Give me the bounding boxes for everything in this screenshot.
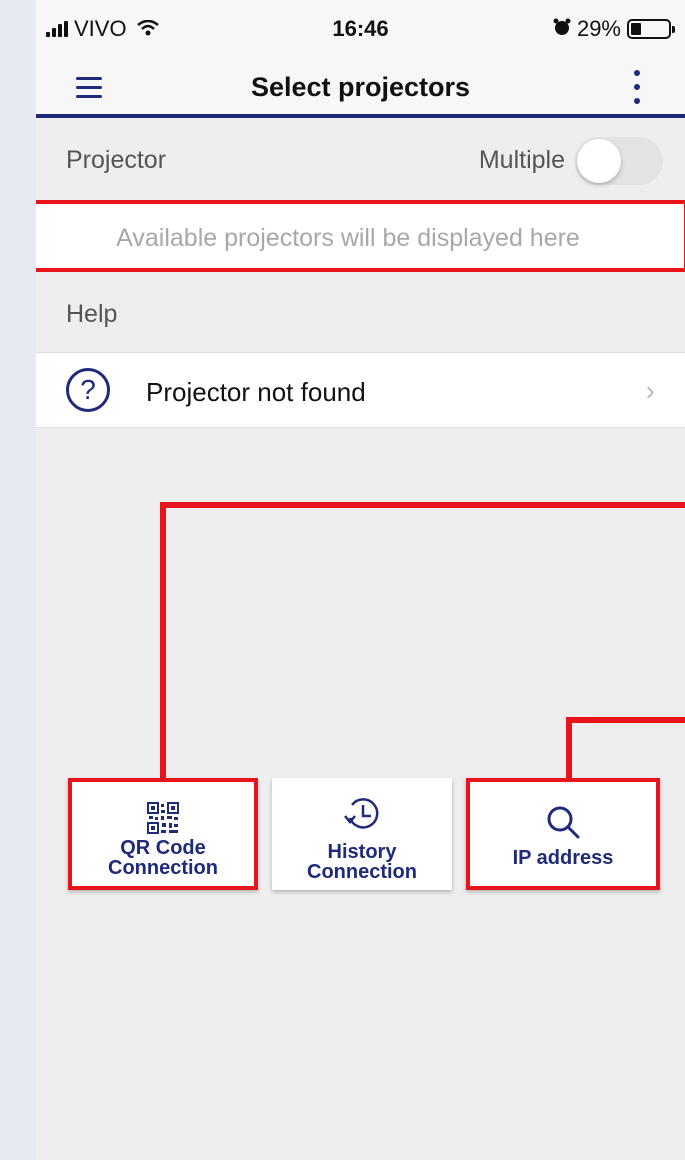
multiple-toggle[interactable] [575,137,663,185]
ip-address-button[interactable]: IP address [466,778,660,890]
alarm-icon [553,16,571,42]
toggle-knob [577,139,621,183]
history-connection-button[interactable]: History Connection [272,778,452,890]
history-button-label: History Connection [307,841,417,883]
status-right: 29% [553,16,675,42]
help-item-label: Projector not found [146,377,366,407]
battery-percent: 29% [576,16,621,41]
projector-not-found-item[interactable]: ? Projector not found › [36,352,685,428]
magnifier-icon [543,802,583,847]
help-section-label: Help [66,300,118,328]
projector-header: Projector Multiple [36,122,685,194]
history-clock-icon [342,794,382,839]
chevron-right-icon: › [645,375,655,406]
annotation-line [566,717,685,723]
status-bar: VIVO 16:46 29% [36,0,685,56]
phone-screen: VIVO 16:46 29% Select projectors Project… [36,0,685,1160]
available-projectors-list: Available projectors will be displayed h… [36,200,685,272]
battery-icon [627,19,675,39]
qr-code-connection-button[interactable]: QR Code Connection [68,778,258,890]
annotation-line [566,717,572,780]
qr-code-icon [147,802,179,839]
multiple-label: Multiple [478,146,565,174]
ip-button-label: IP address [512,847,614,869]
more-options-icon[interactable] [629,70,645,104]
annotation-line [160,502,166,780]
qr-button-label: QR Code Connection [108,837,218,879]
question-circle-icon: ? [66,368,110,412]
projector-label: Projector [66,146,167,174]
page-title: Select projectors [250,72,471,102]
annotation-line [160,502,685,508]
nav-bar: Select projectors [36,56,685,118]
